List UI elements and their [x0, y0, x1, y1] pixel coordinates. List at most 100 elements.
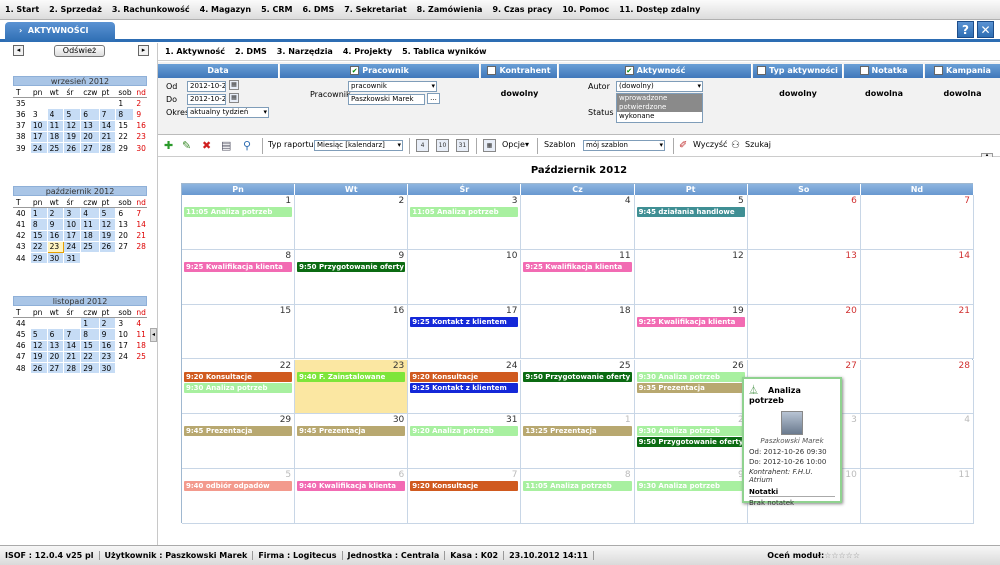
- day-cell[interactable]: 6 9:40 Kwalifikacja klienta: [295, 469, 409, 524]
- calendar-event[interactable]: 9:30 Analiza potrzeb: [636, 371, 745, 382]
- sub-tab[interactable]: 1. Aktywność: [165, 47, 225, 56]
- day-cell[interactable]: 22 9:20 Konsultacje 9:30 Analiza potrzeb: [182, 359, 296, 415]
- mini-day[interactable]: 28: [98, 141, 117, 155]
- week-view-icon[interactable]: 4: [416, 139, 429, 152]
- mini-day[interactable]: 29: [115, 141, 135, 155]
- day-cell[interactable]: 7 9:20 Konsultacje: [408, 469, 522, 524]
- mini-day[interactable]: 23: [98, 350, 117, 363]
- day-cell[interactable]: 28: [860, 359, 974, 415]
- mini-day[interactable]: 5: [98, 207, 117, 220]
- status-option[interactable]: wykonane: [617, 112, 702, 121]
- pracownik-checkbox[interactable]: ✔: [350, 66, 360, 75]
- document-icon[interactable]: ▤: [221, 139, 231, 153]
- day-cell[interactable]: 2 9:30 Analiza potrzeb 9:50 Przygotowanie …: [634, 414, 748, 470]
- day-cell[interactable]: 11: [860, 469, 974, 524]
- calendar-event[interactable]: 9:30 Analiza potrzeb: [636, 426, 745, 437]
- calendar-event[interactable]: 9:20 Analiza potrzeb: [410, 426, 519, 437]
- chevron-down-icon[interactable]: ▾: [525, 140, 529, 149]
- mini-day[interactable]: 8: [80, 328, 100, 341]
- mini-day[interactable]: 16: [46, 229, 65, 242]
- mini-day[interactable]: 28: [63, 361, 82, 375]
- day-cell[interactable]: 11 9:25 Kwalifikacja klienta: [521, 249, 635, 305]
- calendar-event[interactable]: 9:40 Kwalifikacja klienta: [297, 481, 406, 492]
- top-menu-item[interactable]: 4. Magazyn: [200, 5, 251, 14]
- calendar-picker-icon[interactable]: ▦: [229, 93, 239, 103]
- mini-day[interactable]: [80, 251, 100, 265]
- module-tab-aktywnosci[interactable]: › AKTYWNOŚCI: [5, 22, 115, 42]
- day-cell[interactable]: 1 11:05 Analiza potrzeb: [182, 195, 296, 250]
- calendar-event[interactable]: 9:30 Analiza potrzeb: [184, 382, 293, 393]
- mini-day[interactable]: 21: [133, 229, 147, 242]
- mini-day[interactable]: 15: [80, 339, 100, 352]
- mini-day[interactable]: 14: [98, 119, 117, 132]
- mini-day[interactable]: 27: [80, 141, 100, 155]
- mini-day[interactable]: 12: [29, 339, 48, 352]
- mini-day[interactable]: 26: [29, 361, 48, 375]
- mini-day[interactable]: 12: [63, 119, 82, 132]
- mini-day[interactable]: 25: [133, 350, 147, 363]
- mini-day[interactable]: [80, 97, 100, 110]
- day-cell[interactable]: 8 9:25 Kwalifikacja klienta: [182, 249, 296, 305]
- day-cell[interactable]: 26 9:30 Analiza potrzeb 9:35 Prezentacja: [634, 359, 748, 415]
- mini-day[interactable]: 15: [115, 119, 135, 132]
- mini-day[interactable]: [133, 361, 147, 375]
- calendar-event[interactable]: 11:05 Analiza potrzeb: [184, 207, 293, 217]
- mini-day[interactable]: [29, 97, 48, 110]
- edit-icon[interactable]: ✎: [182, 139, 191, 153]
- mini-day[interactable]: 20: [115, 229, 135, 242]
- binoculars-icon[interactable]: ⚇: [731, 139, 740, 153]
- mini-day[interactable]: 5: [29, 328, 48, 341]
- mini-day[interactable]: 14: [133, 218, 147, 231]
- day-cell[interactable]: 9 9:50 Przygotowanie oferty: [295, 249, 409, 305]
- mini-day[interactable]: 18: [80, 229, 100, 242]
- mini-day[interactable]: 21: [63, 350, 82, 363]
- mini-day[interactable]: 19: [63, 130, 82, 143]
- calendar-event[interactable]: 9:50 Przygotowanie oferty: [636, 437, 745, 448]
- aktywnosc-checkbox[interactable]: ✔: [624, 66, 634, 75]
- mini-day[interactable]: 22: [80, 350, 100, 363]
- day-cell[interactable]: 16: [295, 304, 409, 360]
- mini-day[interactable]: 16: [98, 339, 117, 352]
- top-menu-item[interactable]: 11. Dostęp zdalny: [619, 5, 700, 14]
- opcje-button[interactable]: Opcje: [502, 140, 525, 149]
- day-cell[interactable]: 1 13:25 Prezentacja: [521, 414, 635, 470]
- rate-module[interactable]: Oceń moduł:☆☆☆☆☆: [767, 551, 860, 560]
- day-cell[interactable]: 4: [521, 195, 635, 250]
- calendar-event[interactable]: 9:35 Prezentacja: [636, 382, 745, 393]
- mini-day[interactable]: 17: [29, 130, 48, 143]
- calendar-event[interactable]: 9:30 Analiza potrzeb: [636, 481, 745, 492]
- day-cell[interactable]: 19 9:25 Kwalifikacja klienta: [634, 304, 748, 360]
- do-date-input[interactable]: 2012-10-28: [187, 94, 226, 105]
- mini-day[interactable]: 27: [46, 361, 65, 375]
- pracownik-type-select[interactable]: pracownik: [348, 81, 437, 92]
- top-menu-item[interactable]: 10. Pomoc: [562, 5, 609, 14]
- calendar-event[interactable]: 9:25 Kwalifikacja klienta: [184, 261, 293, 272]
- mini-day[interactable]: 9: [98, 328, 117, 341]
- od-date-input[interactable]: 2012-10-22: [187, 81, 226, 92]
- pracownik-browse-button[interactable]: ...: [427, 93, 440, 104]
- eraser-icon[interactable]: ✐: [679, 139, 687, 153]
- mini-day[interactable]: 11: [46, 119, 65, 132]
- collapse-left-pane-button[interactable]: ◂: [150, 328, 157, 342]
- day-cell[interactable]: 15: [182, 304, 296, 360]
- day-cell[interactable]: 20: [747, 304, 861, 360]
- mini-day[interactable]: 25: [80, 240, 100, 253]
- mini-day[interactable]: 19: [29, 350, 48, 363]
- day-cell[interactable]: 23 9:40 F. Zainstalowane: [295, 359, 409, 415]
- mini-day[interactable]: [115, 251, 135, 265]
- top-menu-item[interactable]: 9. Czas pracy: [492, 5, 552, 14]
- day-cell[interactable]: 4: [860, 414, 974, 470]
- mini-day[interactable]: 11: [133, 328, 147, 341]
- day-cell[interactable]: 12: [634, 249, 748, 305]
- mini-day[interactable]: 6: [115, 207, 135, 220]
- day-cell[interactable]: 24 9:20 Konsultacje 9:25 Kontakt z kliente…: [408, 359, 522, 415]
- top-menu-item[interactable]: 2. Sprzedaż: [49, 5, 102, 14]
- mini-day[interactable]: 23: [46, 240, 65, 253]
- mini-day[interactable]: 3: [63, 207, 82, 220]
- calendar-event[interactable]: 9:25 Kontakt z klientem: [410, 316, 519, 327]
- mini-day[interactable]: [46, 97, 65, 110]
- calendar-event[interactable]: 11:05 Analiza potrzeb: [410, 207, 519, 217]
- mini-day[interactable]: 19: [98, 229, 117, 242]
- mini-day[interactable]: 30: [98, 361, 117, 375]
- calendar-event[interactable]: 13:25 Prezentacja: [523, 426, 632, 437]
